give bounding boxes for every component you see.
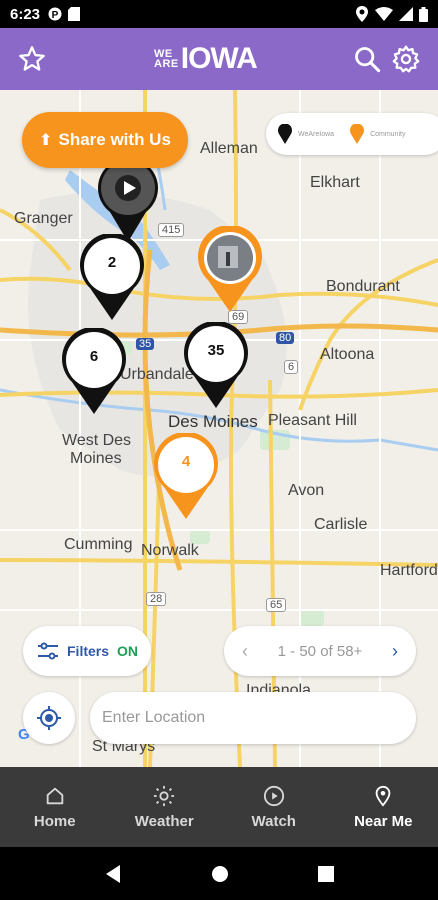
map-label-avon: Avon — [288, 482, 325, 499]
results-pager: ‹ 1 - 50 of 58+ › — [224, 626, 416, 676]
settings-gear-icon[interactable] — [392, 45, 420, 73]
community-pin-icon — [350, 124, 365, 144]
we-are-iowa-logo: WE ARE IOWA — [154, 42, 286, 76]
map-label-altoona: Altoona — [320, 346, 375, 363]
location-status-icon — [356, 6, 368, 22]
my-location-button[interactable] — [23, 692, 75, 744]
sliders-icon — [38, 642, 58, 660]
nav-near-me-label: Near Me — [354, 812, 413, 830]
map-pin-cluster-35[interactable]: 35 — [184, 322, 248, 412]
next-page-button[interactable]: › — [392, 641, 398, 662]
map-shield-415: 415 — [158, 223, 185, 237]
filters-state: ON — [117, 643, 139, 659]
map-shield-35: 35 — [136, 338, 155, 350]
map-shield-65: 65 — [266, 598, 287, 612]
nav-home[interactable]: Home — [0, 767, 110, 847]
crosshair-icon — [37, 706, 61, 730]
search-icon[interactable] — [353, 45, 381, 73]
pin-count: 6 — [89, 348, 99, 365]
app-header: WE ARE IOWA — [0, 28, 438, 90]
video-pin-icon — [98, 158, 158, 242]
svg-text:P: P — [52, 10, 59, 21]
logo-iowa: IOWA — [180, 42, 258, 75]
map-shield-80: 80 — [276, 332, 295, 344]
community-photo-pin-icon — [198, 226, 262, 312]
upload-icon: ⬆ — [39, 132, 53, 149]
home-icon — [46, 787, 63, 804]
back-icon[interactable] — [104, 864, 122, 884]
map-label-west-des-moines-1: West Des — [62, 432, 132, 449]
map-label-granger: Granger — [14, 210, 73, 227]
map-shield-28: 28 — [146, 592, 167, 606]
system-nav-bar — [0, 847, 438, 900]
favorite-star-icon[interactable] — [18, 45, 46, 73]
sd-card-icon — [68, 7, 81, 21]
map-label-carlisle: Carlisle — [314, 516, 368, 533]
map-label-bondurant: Bondurant — [326, 278, 400, 295]
map-shield-6: 6 — [284, 360, 299, 374]
battery-icon — [419, 6, 428, 22]
app-notification-icon: P — [48, 7, 62, 21]
nav-weather[interactable]: Weather — [110, 767, 220, 847]
map-label-des-moines: Des Moines — [168, 412, 258, 431]
map-pin-video[interactable] — [96, 156, 160, 246]
map-label-urbandale: Urbandale — [120, 366, 194, 383]
legend-community: Community — [370, 130, 406, 138]
pin-count: 2 — [107, 254, 117, 271]
status-time: 6:23 — [10, 5, 41, 23]
weareiowa-pin-icon — [278, 124, 292, 144]
recents-icon[interactable] — [317, 865, 334, 882]
legend-weareiowa: WeAreIowa — [298, 130, 335, 138]
location-pin-icon — [375, 785, 391, 807]
map-label-norwalk: Norwalk — [141, 542, 199, 559]
status-bar: 6:23 P — [0, 0, 438, 28]
signal-icon — [399, 7, 413, 21]
home-circle-icon[interactable] — [211, 865, 229, 883]
cluster-pin-icon — [80, 234, 144, 320]
cluster-pin-icon — [62, 328, 126, 414]
map-label-alleman: Alleman — [200, 140, 258, 157]
map-pin-cluster-2[interactable]: 2 — [80, 234, 144, 324]
share-with-us-button[interactable]: ⬆ Share with Us — [22, 112, 188, 168]
map-label-west-des-moines-2: Moines — [70, 450, 122, 467]
map-label-pleasant-hill: Pleasant Hill — [268, 412, 357, 429]
map-pin-cluster-6[interactable]: 6 — [62, 328, 126, 418]
prev-page-button[interactable]: ‹ — [242, 641, 248, 662]
location-search-input[interactable] — [90, 692, 416, 744]
nav-watch[interactable]: Watch — [219, 767, 329, 847]
pin-count: 4 — [181, 453, 191, 470]
map-label-elkhart: Elkhart — [310, 174, 360, 191]
nav-near-me[interactable]: Near Me — [329, 767, 438, 847]
nav-watch-label: Watch — [251, 812, 296, 830]
nav-home-label: Home — [33, 812, 76, 830]
filters-button[interactable]: Filters ON — [23, 626, 151, 676]
sun-icon — [154, 785, 175, 806]
pager-range: 1 - 50 of 58+ — [277, 642, 363, 660]
map-pin-community-photo[interactable] — [198, 226, 262, 316]
map-legend: WeAreIowa Community — [266, 113, 438, 155]
share-label: Share with Us — [58, 130, 171, 149]
map-label-cumming: Cumming — [64, 536, 133, 553]
community-cluster-pin-icon — [154, 433, 218, 519]
play-circle-icon — [263, 785, 284, 806]
cluster-pin-icon — [184, 322, 248, 408]
logo-are: ARE — [154, 58, 179, 70]
wifi-icon — [375, 7, 393, 21]
map-label-hartford: Hartford — [380, 562, 438, 579]
pin-count: 35 — [207, 342, 225, 359]
map-pin-cluster-4[interactable]: 4 — [154, 433, 218, 523]
bottom-nav: Home Weather Watch Near Me — [0, 767, 438, 847]
nav-weather-label: Weather — [134, 812, 194, 830]
filters-label: Filters — [67, 643, 110, 659]
